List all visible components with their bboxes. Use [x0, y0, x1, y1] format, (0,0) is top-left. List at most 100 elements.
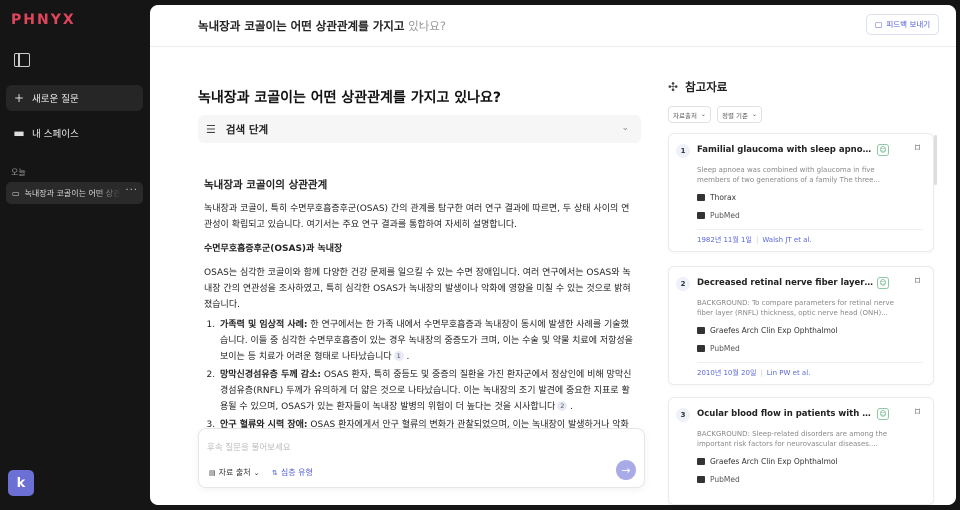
journal-icon [697, 194, 705, 201]
depth-label: 심층 유형 [280, 468, 313, 477]
message-icon: ▢ [874, 20, 883, 29]
divider [697, 362, 923, 363]
source-filter[interactable]: 자료출처 ⌄ [668, 106, 711, 123]
reference-title[interactable]: Ocular blood flow in patients with obstr… [697, 409, 873, 419]
reference-number: 3 [676, 408, 690, 422]
main-panel: 녹내장과 코골이는 어떤 상관관계를 가지고 있나요? ⌄ ▢ 피드백 보내기 … [150, 5, 956, 505]
thread-title-main: 녹내장과 코골이는 어떤 상관관계를 가지고 [198, 19, 405, 33]
citation-badge[interactable]: 2 [557, 401, 568, 411]
reference-number: 2 [676, 277, 690, 291]
followup-input[interactable]: 후속 질문을 물어보세요 [207, 441, 291, 453]
thread-title[interactable]: 녹내장과 코골이는 어떤 상관관계를 가지고 있나요? [198, 18, 446, 34]
reference-date: 1982년 11월 1일 [697, 236, 752, 244]
reference-meta: 1982년 11월 1일 | Walsh JT et al. [697, 236, 812, 244]
reference-date: 2010년 10월 20일 [697, 369, 757, 377]
history-section-label: 오늘 [11, 168, 26, 177]
reference-number: 1 [676, 144, 690, 158]
reference-card[interactable]: 2 Decreased retinal nerve fiber layer th… [668, 266, 934, 385]
database-label: PubMed [710, 475, 740, 484]
history-item[interactable]: ▭ 녹내장과 코골이는 어떤 상관관계를 가지고 있나요? ··· [6, 182, 143, 204]
sort-filter-label: 정렬 기준 [722, 111, 748, 120]
open-access-icon: ☺ [877, 144, 889, 156]
reference-journal: Graefes Arch Clin Exp Ophthalmol [697, 457, 838, 466]
reference-database: PubMed [697, 475, 740, 484]
database-icon [697, 476, 705, 483]
reference-title[interactable]: Familial glaucoma with sleep apnoea: a n… [697, 145, 873, 155]
history-item-label: 녹내장과 코골이는 어떤 상관관계를 가지고 있나요? [24, 188, 121, 198]
database-icon [697, 345, 705, 352]
reference-database: PubMed [697, 344, 740, 353]
chat-icon: ▭ [12, 188, 20, 198]
reference-title[interactable]: Decreased retinal nerve fiber layer thic… [697, 278, 873, 288]
list-item-bold: 망막신경섬유층 두께 감소: [220, 370, 321, 380]
citation-badge[interactable]: 1 [393, 351, 404, 361]
reference-meta: 2010년 10월 20일 | Lin PW et al. [697, 369, 811, 377]
bookmark-icon[interactable]: ⌑ [915, 143, 920, 154]
reference-journal: Graefes Arch Clin Exp Ophthalmol [697, 326, 838, 335]
source-selector[interactable]: ▤ 자료 출처 ⌄ [206, 467, 262, 478]
reference-abstract: Sleep apnoea was combined with glaucoma … [697, 166, 881, 184]
sort-filter[interactable]: 정렬 기준 ⌄ [717, 106, 763, 123]
source-label: 자료 출처 [218, 468, 251, 477]
list-item: 망막신경섬유층 두께 감소: OSAS 환자, 특히 중등도 및 중증의 질환을… [218, 367, 636, 415]
journal-label: Thorax [710, 193, 737, 202]
divider [697, 229, 923, 230]
chevron-down-icon: ⌄ [752, 111, 758, 118]
chevron-down-icon: ⌄ [253, 468, 260, 477]
reference-card[interactable]: 3 Ocular blood flow in patients with obs… [668, 397, 934, 505]
references-scrollbar[interactable] [934, 135, 937, 185]
question-title: 녹내장과 코골이는 어떤 상관관계를 가지고 있나요? [198, 90, 501, 106]
send-button[interactable]: → [616, 460, 636, 480]
reference-authors: Walsh JT et al. [762, 236, 812, 244]
journal-icon [697, 458, 705, 465]
reference-abstract: BACKGROUND: To compare parameters for re… [697, 299, 894, 317]
followup-box: 후속 질문을 물어보세요 ▤ 자료 출처 ⌄ ⇅ 심층 유형 → [198, 428, 645, 488]
references-icon: ✣ [668, 80, 679, 94]
top-bar: 녹내장과 코골이는 어떤 상관관계를 가지고 있나요? ⌄ ▢ 피드백 보내기 [150, 5, 956, 47]
feedback-button[interactable]: ▢ 피드백 보내기 [866, 14, 939, 35]
journal-label: Graefes Arch Clin Exp Ophthalmol [710, 326, 838, 335]
answer-heading: 녹내장과 코골이의 상관관계 [204, 179, 328, 191]
journal-label: Graefes Arch Clin Exp Ophthalmol [710, 457, 838, 466]
reference-journal: Thorax [697, 193, 736, 202]
list-icon: ☰ [206, 122, 216, 136]
database-icon [697, 212, 705, 219]
reference-database: PubMed [697, 211, 740, 220]
references-title-label: 참고자료 [685, 80, 728, 94]
arrow-right-icon: → [621, 463, 631, 477]
folder-icon: ▬ [13, 126, 25, 140]
bookmark-icon[interactable]: ⌑ [915, 276, 920, 287]
search-steps-toggle[interactable]: ☰ 검색 단계 ⌄ [198, 115, 641, 143]
answer-body: 녹내장과 코골이의 상관관계 녹내장과 코골이, 특히 수면무호흡증후군(OSA… [204, 177, 636, 467]
chevron-down-icon: ⌄ [700, 111, 706, 118]
open-access-icon: ☺ [877, 277, 889, 289]
depth-selector[interactable]: ⇅ 심층 유형 [269, 467, 313, 478]
answer-paragraph: OSAS는 심각한 코골이와 함께 다양한 건강 문제를 일으킬 수 있는 수면… [204, 268, 631, 310]
database-label: PubMed [710, 211, 740, 220]
reference-abstract: BACKGROUND: Sleep-related disorders are … [697, 430, 888, 448]
reference-authors: Lin PW et al. [766, 369, 811, 377]
references-title: ✣ 참고자료 [668, 79, 727, 95]
chevron-down-icon[interactable]: ⌄ [418, 18, 426, 28]
my-space-button[interactable]: ▬ 내 스페이스 [6, 120, 143, 146]
depth-icon: ⇅ [272, 468, 278, 477]
answer-subheading: 수면무호흡증후군(OSAS)과 녹내장 [204, 244, 343, 254]
document-icon: ▤ [209, 468, 216, 477]
more-icon[interactable]: ··· [125, 185, 138, 196]
database-label: PubMed [710, 344, 740, 353]
open-access-icon: ☺ [877, 408, 889, 420]
avatar[interactable]: k [8, 470, 34, 496]
new-question-button[interactable]: + 새로운 질문 [6, 85, 143, 111]
list-item-bold: 가족력 및 임상적 사례: [220, 320, 308, 330]
sidebar: PHNYX + 새로운 질문 ▬ 내 스페이스 오늘 ▭ 녹내장과 코골이는 어… [0, 0, 150, 510]
bookmark-icon[interactable]: ⌑ [915, 407, 920, 418]
chevron-down-icon: ⌄ [621, 123, 629, 133]
answer-intro: 녹내장과 코골이, 특히 수면무호흡증후군(OSAS) 간의 관계를 탐구한 여… [204, 204, 630, 230]
journal-icon [697, 327, 705, 334]
feedback-label: 피드백 보내기 [886, 20, 931, 29]
sidebar-toggle-icon[interactable] [14, 53, 30, 67]
reference-card[interactable]: 1 Familial glaucoma with sleep apnoea: a… [668, 133, 934, 252]
my-space-label: 내 스페이스 [32, 129, 79, 140]
search-steps-label: 검색 단계 [225, 123, 269, 136]
app-logo[interactable]: PHNYX [11, 12, 76, 28]
